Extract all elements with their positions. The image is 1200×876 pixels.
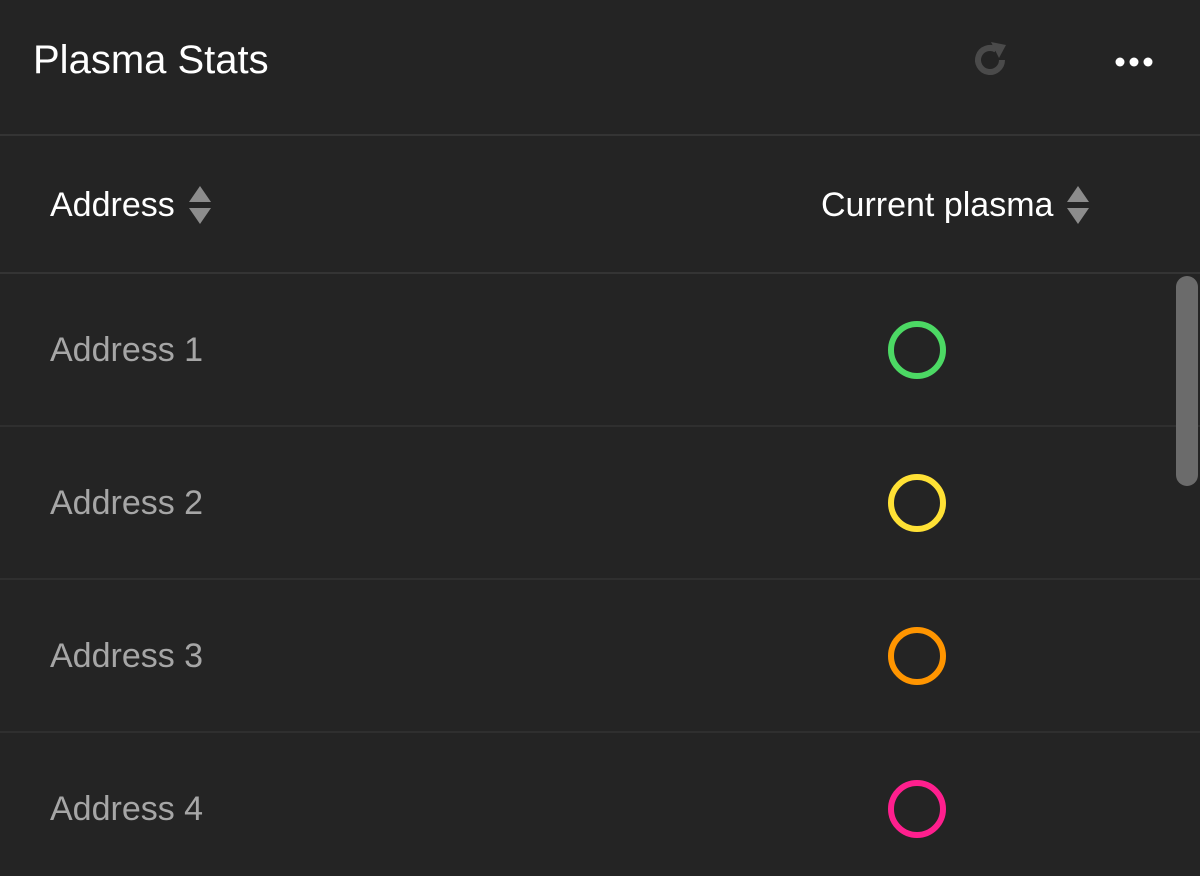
column-header-current-plasma[interactable]: Current plasma <box>821 184 1091 226</box>
column-header-label: Current plasma <box>821 186 1054 224</box>
address-cell: Address 3 <box>50 637 204 675</box>
panel-header: Plasma Stats <box>0 0 1200 136</box>
address-cell: Address 1 <box>50 331 204 369</box>
panel-title: Plasma Stats <box>33 38 269 82</box>
status-circle-icon <box>888 474 946 532</box>
address-cell: Address 4 <box>50 790 204 828</box>
status-circle-icon <box>888 780 946 838</box>
table-header: Address Current plasma <box>0 136 1200 274</box>
plasma-stats-panel: Plasma Stats Address Current plasma Addr… <box>0 0 1200 876</box>
more-options-button[interactable] <box>1110 44 1158 80</box>
scrollbar-thumb[interactable] <box>1176 276 1198 486</box>
column-header-address[interactable]: Address <box>50 184 213 226</box>
status-circle-icon <box>888 321 946 379</box>
table-row[interactable]: Address 3 <box>0 580 1200 733</box>
sort-icon <box>188 186 211 224</box>
address-cell: Address 2 <box>50 484 204 522</box>
column-header-label: Address <box>50 186 175 224</box>
table-row[interactable]: Address 2 <box>0 427 1200 580</box>
table-body: Address 1 Address 2 Address 3 Address 4 <box>0 274 1200 876</box>
more-horizontal-icon <box>1115 57 1153 67</box>
sort-icon <box>1067 186 1090 224</box>
refresh-button[interactable] <box>966 36 1014 84</box>
status-circle-icon <box>888 627 946 685</box>
table-row[interactable]: Address 4 <box>0 733 1200 876</box>
table-row[interactable]: Address 1 <box>0 274 1200 427</box>
refresh-icon <box>975 42 1006 75</box>
